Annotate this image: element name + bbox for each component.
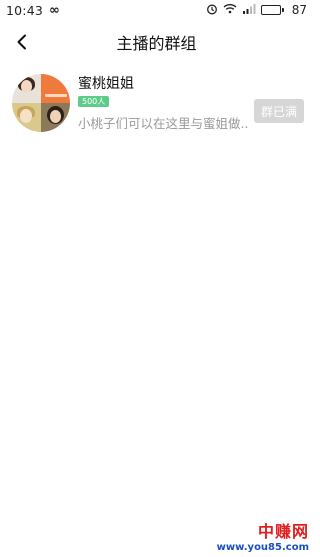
back-button[interactable] xyxy=(10,30,34,54)
group-full-button[interactable]: 群已满 xyxy=(254,99,304,123)
signal-icon xyxy=(242,3,256,17)
member-count-badge: 500人 xyxy=(78,95,110,107)
header: 主播的群组 xyxy=(0,20,313,64)
group-info: 蜜桃姐姐 500人 小桃子们可以在这里与蜜姐做... xyxy=(78,75,248,132)
status-bar: 10:43 ∞ 87 xyxy=(0,0,313,20)
watermark-url: www.you85.com xyxy=(216,542,309,553)
watermark-title: 中赚网 xyxy=(257,522,309,541)
group-avatar xyxy=(12,74,70,132)
group-list-item[interactable]: 蜜桃姐姐 500人 小桃子们可以在这里与蜜姐做... 群已满 xyxy=(12,73,304,133)
status-right: 87 xyxy=(206,3,307,18)
battery-level: 87 xyxy=(291,3,307,17)
wifi-icon xyxy=(223,3,237,17)
group-name: 蜜桃姐姐 xyxy=(78,75,134,92)
battery-icon xyxy=(260,5,284,15)
chevron-left-icon xyxy=(17,34,26,50)
page-title: 主播的群组 xyxy=(116,34,197,53)
status-time: 10:43 xyxy=(6,2,44,18)
group-description: 小桃子们可以在这里与蜜姐做... xyxy=(78,115,248,131)
alarm-icon xyxy=(206,3,218,18)
watermark: 中赚网 www.you85.com xyxy=(217,518,309,553)
link-icon: ∞ xyxy=(49,2,60,18)
status-left: 10:43 ∞ xyxy=(6,3,60,18)
